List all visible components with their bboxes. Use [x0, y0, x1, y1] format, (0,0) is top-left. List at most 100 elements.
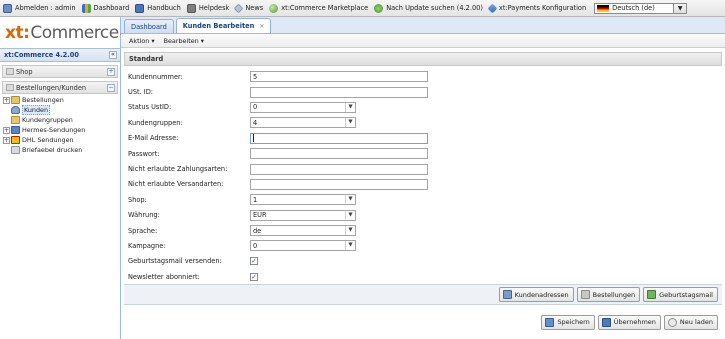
expand-plus-icon[interactable]: +: [3, 96, 10, 104]
save-button[interactable]: Speichern: [541, 314, 595, 330]
kundengruppen-select[interactable]: 4 ▼: [250, 117, 356, 129]
language-select[interactable]: Deutsch (de) ▼: [594, 2, 688, 14]
language-label: Deutsch (de): [612, 4, 655, 12]
helpdesk-link[interactable]: Helpdesk: [186, 3, 229, 13]
close-icon[interactable]: ✕: [259, 23, 264, 30]
reload-icon: [667, 317, 677, 327]
dropdown-arrow-icon: ▾: [200, 36, 204, 45]
select-value: 1: [253, 195, 258, 204]
collapse-section-icon[interactable]: −: [107, 83, 115, 92]
dashboard-icon: [81, 3, 91, 13]
language-value[interactable]: Deutsch (de): [594, 2, 675, 14]
geburtstagsmail-button[interactable]: Geburtstagsmail: [643, 287, 718, 302]
ust-id-field[interactable]: [250, 86, 428, 98]
expand-plus-icon[interactable]: +: [3, 126, 10, 134]
tree-item-label: Bestellungen: [22, 96, 64, 104]
password-field[interactable]: [250, 148, 428, 160]
marketplace-link[interactable]: xt:Commerce Marketplace: [269, 3, 368, 13]
chevron-down-icon[interactable]: ▼: [345, 118, 355, 128]
row-email: E-Mail Adresse:: [128, 131, 725, 146]
logout-label: Abmelden : admin: [15, 4, 76, 12]
tree-item-label: DHL Sendungen: [22, 136, 74, 144]
email-field[interactable]: [250, 132, 428, 144]
dashboard-link[interactable]: Dashboard: [81, 3, 130, 13]
currency-select[interactable]: EUR ▼: [250, 209, 356, 221]
tree-item-kunden[interactable]: Kunden: [3, 105, 120, 115]
tab-label: Kunden Bearbeiten: [182, 22, 255, 30]
campaign-select[interactable]: 0 ▼: [250, 240, 356, 252]
customer-icon: [11, 106, 20, 114]
bestellungen-button[interactable]: Bestellungen: [576, 287, 641, 302]
mail-icon: [647, 290, 657, 299]
tab-dashboard[interactable]: Dashboard: [124, 19, 174, 33]
group-icon: [11, 116, 20, 124]
collapse-icon[interactable]: «: [109, 51, 117, 59]
dhl-icon: [11, 136, 20, 144]
button-label: Geburtstagsmail: [659, 290, 713, 299]
tree-item-briefaebel[interactable]: Briefaebel drucken: [3, 145, 120, 155]
birthday-mail-checkbox[interactable]: ✓: [250, 257, 258, 266]
address-book-icon: [502, 290, 512, 299]
chevron-down-icon[interactable]: ▼: [345, 195, 355, 205]
row-ust-id: USt. ID:: [128, 84, 725, 99]
status-ustid-select[interactable]: 0 ▼: [250, 101, 356, 113]
update-link[interactable]: Nach Update suchen (4.2.00): [374, 3, 483, 13]
main-panel: Dashboard Kunden Bearbeiten ✕ Aktion ▾ Be…: [121, 17, 725, 339]
helpdesk-icon: [186, 3, 196, 13]
chevron-down-icon[interactable]: ▼: [674, 2, 688, 14]
field-label: USt. ID:: [128, 88, 154, 97]
tree-item-kundengruppen[interactable]: Kundengruppen: [3, 115, 120, 125]
versandarten-field[interactable]: [250, 178, 428, 190]
kundenadressen-button[interactable]: Kundenadressen: [498, 287, 574, 302]
bearbeiten-menu[interactable]: Bearbeiten ▾: [164, 37, 204, 45]
orders-list-icon: [580, 290, 590, 299]
tree-item-label: Briefaebel drucken: [22, 146, 83, 154]
action-bar: Aktion ▾ Bearbeiten ▾: [121, 34, 725, 48]
field-label: Nicht erlaubte Versandarten:: [128, 180, 224, 189]
accordion-orders-customers[interactable]: Bestellungen/Kunden −: [2, 81, 118, 94]
section-standard: Standard: [124, 52, 722, 66]
sidebar-header: xt:Commerce 4.2.00 «: [0, 48, 120, 62]
chevron-down-icon[interactable]: ▼: [345, 102, 355, 112]
accordion-shop[interactable]: Shop +: [2, 65, 118, 78]
dashboard-label: Dashboard: [93, 4, 130, 12]
tree-item-dhl[interactable]: + DHL Sendungen: [3, 135, 120, 145]
tree-item-bestellungen[interactable]: + Bestellungen: [3, 95, 120, 105]
handbook-link[interactable]: Handbuch: [135, 3, 181, 13]
button-label: Neu laden: [679, 318, 713, 326]
expand-plus-icon[interactable]: +: [3, 136, 10, 144]
shop-select[interactable]: 1 ▼: [250, 194, 356, 206]
zahlungsarten-field[interactable]: [250, 163, 428, 175]
top-toolbar: Abmelden : admin Dashboard Handbuch Help…: [0, 0, 725, 17]
payments-link[interactable]: xt:Payments Konfiguration: [487, 3, 586, 13]
row-kundengruppen: Kundengruppen: 4 ▼: [128, 115, 725, 130]
logout-link[interactable]: Abmelden : admin: [3, 3, 76, 13]
chevron-down-icon[interactable]: ▼: [345, 210, 355, 220]
row-versandarten: Nicht erlaubte Versandarten:: [128, 177, 725, 192]
row-newsletter: Newsletter abonniert: ✓: [128, 269, 725, 284]
save-icon: [545, 317, 555, 327]
payments-icon: [487, 3, 498, 13]
row-kampagne: Kampagne: 0 ▼: [128, 238, 725, 253]
book-icon: [135, 3, 145, 13]
apply-button[interactable]: Übernehmen: [597, 314, 661, 330]
globe-icon: [269, 3, 279, 13]
expand-icon[interactable]: +: [107, 67, 115, 76]
reload-button[interactable]: Neu laden: [663, 314, 718, 330]
language-field-select[interactable]: de ▼: [250, 225, 356, 237]
chevron-down-icon[interactable]: ▼: [345, 226, 355, 236]
customer-form: Kundennummer: 5 USt. ID: Status UstID: 0 ▼ …: [128, 69, 725, 284]
chevron-down-icon[interactable]: ▼: [345, 241, 355, 251]
logo: xt:Commerce4: [0, 17, 131, 48]
tab-label: Dashboard: [131, 22, 167, 31]
aktion-menu[interactable]: Aktion ▾: [129, 37, 155, 45]
tree-item-hermes[interactable]: + Hermes-Sendungen: [3, 125, 120, 135]
accordion-shop-label: Shop: [16, 67, 33, 76]
newsletter-checkbox[interactable]: ✓: [250, 272, 258, 281]
news-link[interactable]: News: [233, 3, 263, 13]
shop-icon: [6, 68, 14, 75]
kundennummer-field[interactable]: 5: [250, 71, 428, 83]
field-label: Status UstID:: [128, 103, 172, 112]
field-label: Währung:: [128, 211, 160, 220]
tab-kunden-bearbeiten[interactable]: Kunden Bearbeiten ✕: [175, 18, 272, 33]
